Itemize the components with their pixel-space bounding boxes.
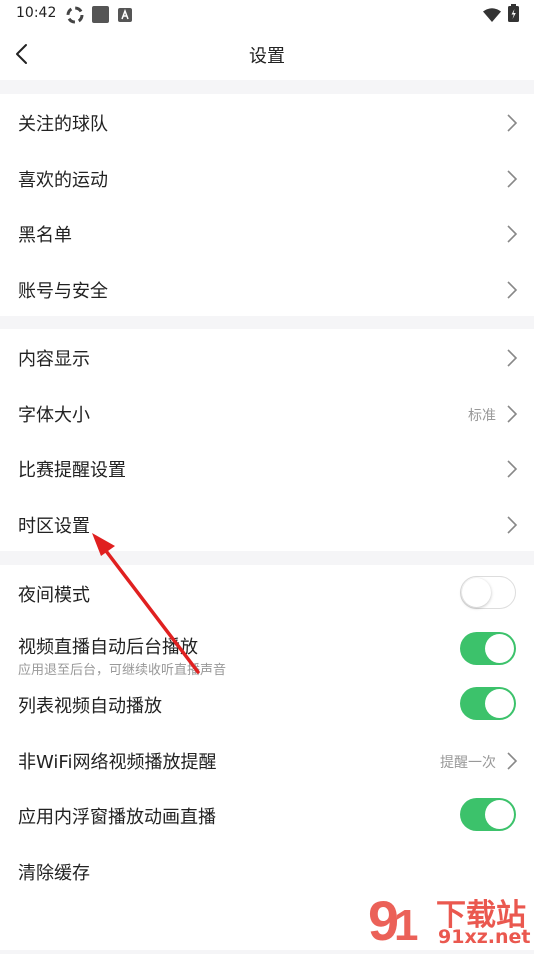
settings-row-timezone[interactable]: 时区设置 bbox=[0, 496, 534, 552]
svg-text:1: 1 bbox=[394, 901, 418, 950]
chevron-right-icon bbox=[507, 349, 518, 367]
settings-row-list-autoplay: 列表视频自动播放 bbox=[0, 676, 534, 732]
settings-row-followed-teams[interactable]: 关注的球队 bbox=[0, 94, 534, 150]
nav-bar: 设置 bbox=[0, 28, 534, 80]
chevron-right-icon bbox=[507, 114, 518, 132]
chevron-right-icon bbox=[507, 404, 518, 423]
row-label: 时区设置 bbox=[18, 515, 90, 537]
sync-icon bbox=[66, 6, 84, 28]
row-label: 夜间模式 bbox=[18, 585, 90, 606]
chevron-right-icon bbox=[507, 225, 518, 243]
row-label: 内容显示 bbox=[18, 349, 90, 370]
toggle-knob bbox=[462, 578, 491, 607]
page-title: 设置 bbox=[249, 46, 285, 67]
settings-group-account: 关注的球队 喜欢的运动 黑名单 账号与安全 bbox=[0, 94, 534, 316]
row-sublabel: 应用退至后台，可继续收听直播声音 bbox=[18, 662, 227, 678]
settings-row-content-display[interactable]: 内容显示 bbox=[0, 329, 534, 385]
settings-row-favorite-sports[interactable]: 喜欢的运动 bbox=[0, 150, 534, 206]
non-wifi-reminder-value: 提醒一次 bbox=[440, 754, 496, 771]
row-label: 列表视频自动播放 bbox=[18, 696, 162, 717]
settings-row-floating-window: 应用内浮窗播放动画直播 bbox=[0, 787, 534, 843]
row-label: 账号与安全 bbox=[18, 280, 108, 302]
chevron-right-icon bbox=[507, 280, 518, 299]
floating-window-toggle[interactable] bbox=[460, 798, 516, 831]
row-label: 非WiFi网络视频播放提醒 bbox=[18, 751, 217, 773]
settings-row-account-security[interactable]: 账号与安全 bbox=[0, 261, 534, 317]
settings-row-match-reminder[interactable]: 比赛提醒设置 bbox=[0, 440, 534, 496]
chevron-right-icon bbox=[507, 169, 518, 188]
settings-row-night-mode: 夜间模式 bbox=[0, 565, 534, 621]
wifi-icon bbox=[483, 7, 501, 26]
row-label: 黑名单 bbox=[18, 225, 72, 246]
app-square-icon bbox=[92, 6, 109, 27]
settings-row-font-size[interactable]: 字体大小 标准 bbox=[0, 385, 534, 441]
watermark-logo: 9 1 下载站 91xz.net bbox=[364, 888, 534, 952]
toggle-knob bbox=[485, 800, 514, 829]
settings-row-blacklist[interactable]: 黑名单 bbox=[0, 205, 534, 261]
row-label: 视频直播自动后台播放 bbox=[18, 636, 198, 658]
settings-group-display: 内容显示 字体大小 标准 比赛提醒设置 时区设置 bbox=[0, 329, 534, 551]
watermark-domain: 91xz.net bbox=[438, 926, 531, 948]
toggle-knob bbox=[485, 633, 514, 663]
chevron-right-icon bbox=[507, 460, 518, 478]
notification-a-icon bbox=[118, 7, 132, 26]
row-label: 字体大小 bbox=[18, 404, 90, 426]
battery-charging-icon bbox=[508, 4, 519, 26]
status-time: 10:42 bbox=[16, 5, 57, 21]
row-label: 喜欢的运动 bbox=[18, 169, 108, 191]
row-label: 应用内浮窗播放动画直播 bbox=[18, 807, 216, 828]
font-size-value: 标准 bbox=[468, 407, 496, 424]
settings-row-background-playback: 视频直播自动后台播放 应用退至后台，可继续收听直播声音 bbox=[0, 621, 534, 678]
row-label: 清除缓存 bbox=[18, 862, 90, 884]
list-autoplay-toggle[interactable] bbox=[460, 687, 516, 720]
row-label: 关注的球队 bbox=[18, 114, 108, 135]
settings-row-non-wifi-reminder[interactable]: 非WiFi网络视频播放提醒 提醒一次 bbox=[0, 732, 534, 788]
status-bar: 10:42 bbox=[0, 0, 534, 28]
chevron-right-icon bbox=[507, 751, 518, 770]
chevron-right-icon bbox=[507, 515, 518, 534]
toggle-knob bbox=[485, 689, 514, 718]
night-mode-toggle[interactable] bbox=[460, 576, 516, 609]
row-label: 比赛提醒设置 bbox=[18, 460, 126, 481]
background-playback-toggle[interactable] bbox=[460, 631, 516, 665]
